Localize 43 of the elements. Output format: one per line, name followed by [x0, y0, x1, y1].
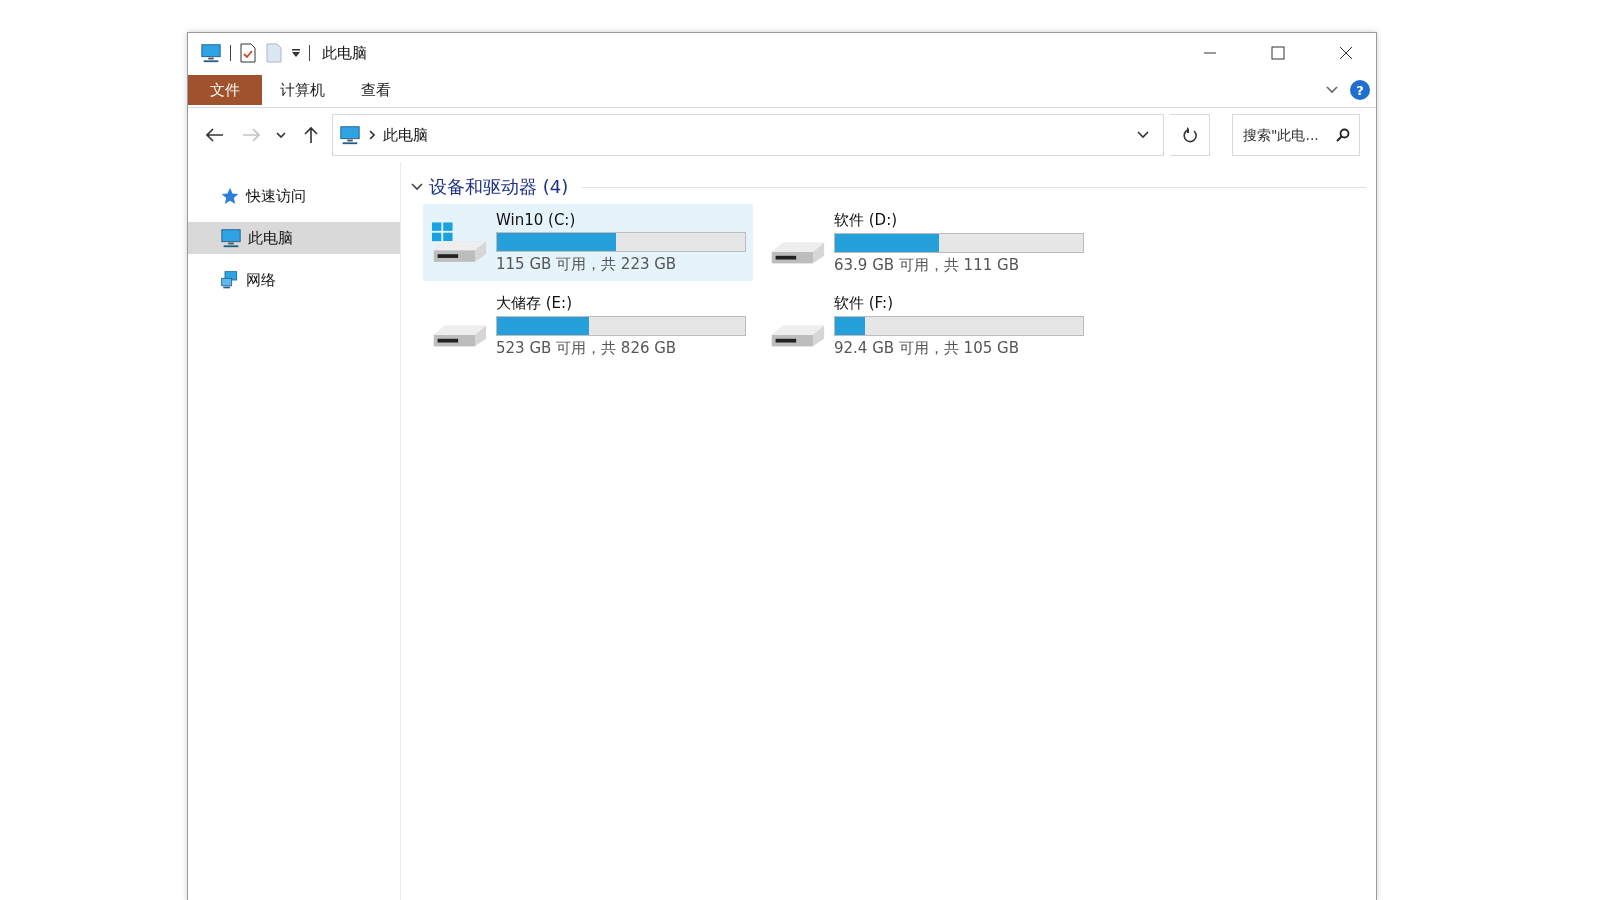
ribbon-tab[interactable]: 计算机 [262, 75, 343, 105]
properties-icon[interactable] [239, 43, 257, 63]
search-icon [1336, 128, 1350, 142]
computer-icon [200, 42, 222, 64]
computer-icon [339, 124, 361, 146]
sidebar-item[interactable]: 网络 [188, 264, 400, 296]
drive-name: 软件 (D:) [834, 210, 899, 230]
back-arrow-icon [206, 128, 224, 142]
chevron-down-icon [276, 131, 286, 139]
star-icon [220, 186, 240, 206]
drive-space-text: 92.4 GB 可用，共 105 GB [834, 338, 1020, 358]
computer-icon [220, 227, 242, 249]
address-dropdown-icon [1137, 131, 1149, 139]
forward-arrow-icon [242, 128, 260, 142]
drive-space-text: 523 GB 可用，共 826 GB [496, 338, 678, 358]
address-bar[interactable]: 此电脑 [332, 114, 1164, 156]
maximize-icon [1271, 46, 1285, 60]
close-icon [1339, 46, 1353, 60]
ribbon-tab[interactable]: 查看 [343, 75, 409, 105]
refresh-icon [1181, 127, 1198, 143]
drive-name: 大储存 (E:) [496, 293, 573, 313]
search-field[interactable]: 搜索"此电... [1232, 114, 1360, 156]
sidebar-item[interactable]: 快速访问 [188, 180, 400, 212]
collapse-chevron-icon [411, 183, 423, 191]
expand-ribbon-icon [1326, 86, 1338, 94]
drive-space-text: 63.9 GB 可用，共 111 GB [834, 255, 1020, 275]
address-path: 此电脑 [383, 125, 429, 145]
section-title: 设备和驱动器 (4) [429, 175, 569, 199]
up-arrow-icon [304, 126, 318, 144]
help-button[interactable]: ? [1350, 80, 1370, 100]
ribbon-tab[interactable]: 文件 [188, 75, 262, 105]
dropdown-icon[interactable] [291, 48, 301, 58]
drive-tile[interactable]: 软件 (D:) 63.9 GB 可用，共 111 GB [761, 204, 1091, 281]
sidebar-item[interactable]: 此电脑 [188, 222, 400, 254]
drive-space-text: 115 GB 可用，共 223 GB [496, 255, 678, 274]
network-icon [220, 270, 240, 290]
drive-name: 软件 (F:) [834, 293, 894, 313]
drive-tile[interactable]: Win10 (C:) 115 GB 可用，共 223 GB [423, 204, 753, 281]
drive-tile[interactable]: 大储存 (E:) 523 GB 可用，共 826 GB [423, 287, 753, 364]
window-title: 此电脑 [322, 43, 368, 63]
drive-tile[interactable]: 软件 (F:) 92.4 GB 可用，共 105 GB [761, 287, 1091, 364]
refresh-button[interactable] [1170, 114, 1210, 156]
drive-name: Win10 (C:) [496, 211, 577, 229]
